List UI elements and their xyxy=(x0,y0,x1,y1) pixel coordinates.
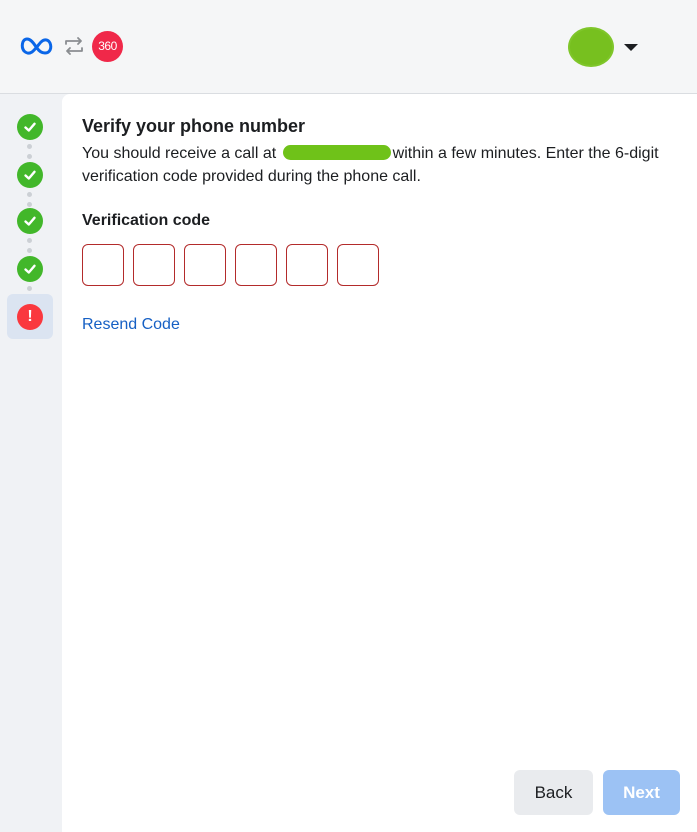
step-4-check-icon xyxy=(17,256,43,282)
step-connector xyxy=(27,238,32,258)
next-button[interactable]: Next xyxy=(603,770,680,815)
step-rail: ! xyxy=(0,94,62,832)
swap-icon xyxy=(65,37,83,55)
verification-code-label: Verification code xyxy=(82,212,211,229)
top-bar: 360 xyxy=(0,0,697,94)
code-digit-4[interactable] xyxy=(235,244,277,286)
step-connector xyxy=(27,144,32,164)
meta-logo-icon xyxy=(20,37,53,55)
back-button[interactable]: Back xyxy=(514,770,593,815)
logo-group: 360 xyxy=(20,28,123,64)
step-5-exclamation-icon: ! xyxy=(17,304,43,330)
step-2-check-icon xyxy=(17,162,43,188)
page-title: Verify your phone number xyxy=(82,116,306,136)
step-1-check-icon xyxy=(17,114,43,140)
code-digit-6[interactable] xyxy=(337,244,379,286)
code-digit-2[interactable] xyxy=(133,244,175,286)
redacted-phone-number xyxy=(282,145,391,160)
code-digit-1[interactable] xyxy=(82,244,124,286)
avatar[interactable] xyxy=(570,29,612,65)
verification-code-input xyxy=(82,244,388,286)
verification-panel: Verify your phone number You should rece… xyxy=(62,94,697,832)
step-connector xyxy=(27,286,32,296)
caret-down-icon[interactable] xyxy=(624,43,638,51)
account-menu[interactable] xyxy=(570,28,638,66)
description: You should receive a call at within a fe… xyxy=(82,142,678,188)
code-digit-5[interactable] xyxy=(286,244,328,286)
description-before: You should receive a call at xyxy=(82,145,277,162)
360-logo: 360 xyxy=(92,30,123,62)
step-3-check-icon xyxy=(17,208,43,234)
resend-code-link[interactable]: Resend Code xyxy=(82,316,180,334)
code-digit-3[interactable] xyxy=(184,244,226,286)
